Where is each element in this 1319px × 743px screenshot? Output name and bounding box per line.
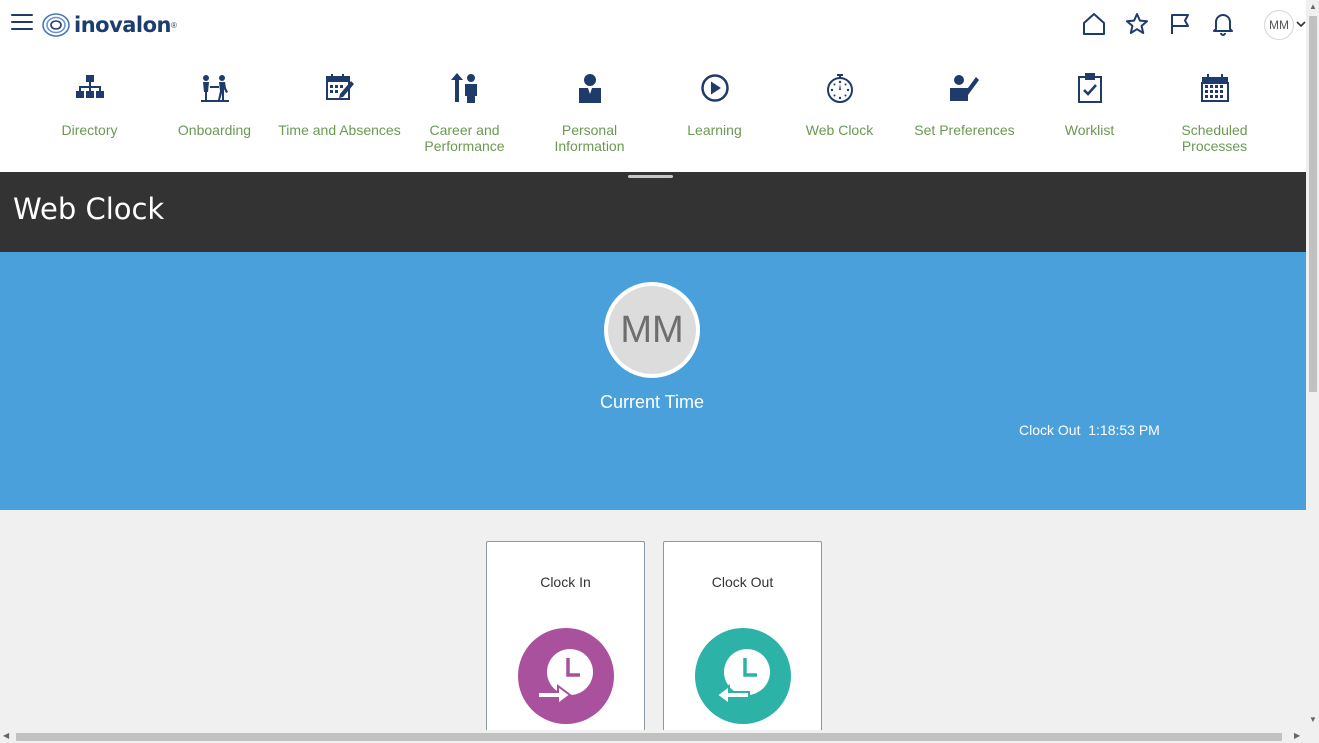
app-label: Worklist bbox=[1064, 122, 1115, 138]
collapse-handle[interactable] bbox=[628, 175, 673, 178]
horizontal-scrollbar[interactable]: ◀ ▶ bbox=[0, 730, 1306, 743]
scroll-left-icon[interactable]: ◀ bbox=[3, 732, 9, 740]
app-set-preferences[interactable]: Set Preferences bbox=[902, 70, 1027, 154]
hamburger-menu-icon[interactable] bbox=[11, 14, 33, 32]
bell-icon[interactable] bbox=[1210, 11, 1236, 37]
web-clock-banner: MM Current Time Clock Out 1:18:53 PM bbox=[0, 252, 1306, 510]
app-worklist[interactable]: Worklist bbox=[1027, 70, 1152, 154]
app-personal-information[interactable]: Personal Information bbox=[527, 70, 652, 154]
app-label: Learning bbox=[687, 122, 742, 138]
scroll-down-icon[interactable]: ▼ bbox=[1309, 716, 1317, 724]
person-icon bbox=[574, 70, 606, 106]
app-label: Web Clock bbox=[805, 122, 874, 138]
app-time-and-absences[interactable]: Time and Absences bbox=[277, 70, 402, 154]
play-icon bbox=[699, 70, 731, 106]
clock-status: Clock Out 1:18:53 PM bbox=[1019, 422, 1160, 438]
calendar-edit-icon bbox=[324, 70, 356, 106]
vertical-scroll-thumb[interactable] bbox=[1309, 16, 1317, 392]
org-chart-icon bbox=[74, 70, 106, 106]
app-label: Scheduled Processes bbox=[1181, 122, 1248, 154]
app-scheduled-processes[interactable]: Scheduled Processes bbox=[1152, 70, 1277, 154]
app-label: Personal Information bbox=[554, 122, 625, 154]
page-title: Web Clock bbox=[13, 192, 165, 226]
vertical-scrollbar[interactable]: ▲ ▼ bbox=[1306, 0, 1319, 743]
home-icon[interactable] bbox=[1081, 11, 1107, 37]
star-icon[interactable] bbox=[1124, 11, 1150, 37]
app-label: Directory bbox=[61, 122, 118, 138]
career-icon bbox=[449, 70, 481, 106]
clock-out-label: Clock Out bbox=[711, 574, 774, 590]
chevron-down-icon[interactable] bbox=[1296, 19, 1306, 29]
clock-in-label: Clock In bbox=[540, 574, 591, 590]
app-learning[interactable]: Learning bbox=[652, 70, 777, 154]
scroll-up-icon[interactable]: ▲ bbox=[1309, 3, 1317, 11]
profile-avatar: MM bbox=[604, 282, 700, 378]
clipboard-check-icon bbox=[1074, 70, 1106, 106]
top-header: inovalon ® MM Directory Onboarding Time … bbox=[0, 0, 1306, 172]
clock-in-icon[interactable] bbox=[518, 628, 614, 724]
app-career-and-performance[interactable]: Career and Performance bbox=[402, 70, 527, 154]
app-web-clock[interactable]: Web Clock bbox=[777, 70, 902, 154]
logo-registered-mark: ® bbox=[171, 20, 177, 30]
app-launcher: Directory Onboarding Time and Absences C… bbox=[27, 70, 1277, 154]
clock-in-card[interactable]: Clock In bbox=[486, 541, 645, 741]
clock-out-card[interactable]: Clock Out bbox=[663, 541, 822, 741]
clock-out-icon[interactable] bbox=[695, 628, 791, 724]
logo-text: inovalon bbox=[74, 13, 172, 37]
preferences-icon bbox=[949, 70, 981, 106]
onboarding-icon bbox=[199, 70, 231, 106]
app-label: Onboarding bbox=[177, 122, 252, 138]
current-time-label: Current Time bbox=[599, 392, 705, 412]
flag-icon[interactable] bbox=[1167, 11, 1193, 37]
scroll-right-icon[interactable]: ▶ bbox=[1294, 732, 1300, 740]
app-onboarding[interactable]: Onboarding bbox=[152, 70, 277, 154]
horizontal-scroll-thumb[interactable] bbox=[16, 733, 1282, 741]
inovalon-swirl-icon bbox=[42, 13, 70, 37]
inovalon-logo[interactable]: inovalon ® bbox=[40, 10, 177, 40]
app-directory[interactable]: Directory bbox=[27, 70, 152, 154]
calendar-grid-icon bbox=[1199, 70, 1231, 106]
page-title-bar: Web Clock bbox=[0, 172, 1306, 252]
app-label: Career and Performance bbox=[424, 122, 505, 154]
stopwatch-icon bbox=[824, 70, 856, 106]
app-label: Time and Absences bbox=[278, 122, 401, 138]
user-avatar[interactable]: MM bbox=[1264, 10, 1294, 40]
app-label: Set Preferences bbox=[914, 122, 1015, 138]
